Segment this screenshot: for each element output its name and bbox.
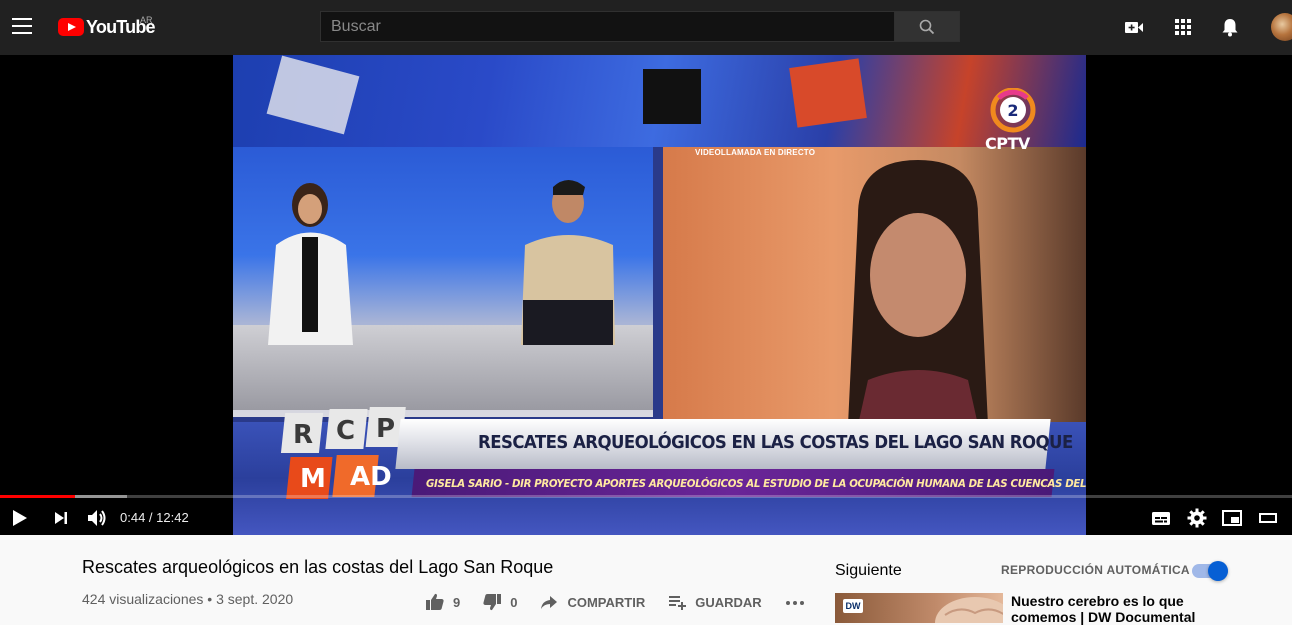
presenter-woman-figure — [268, 183, 353, 345]
playlist-add-icon — [669, 596, 687, 610]
share-button[interactable]: COMPARTIR — [539, 592, 645, 612]
thumbs-up-icon — [426, 593, 444, 610]
backdrop-shape — [643, 69, 701, 124]
create-video-icon[interactable] — [1123, 16, 1145, 38]
up-next-heading: Siguiente — [835, 562, 902, 579]
brain-image — [935, 597, 1003, 623]
youtube-play-icon — [58, 18, 84, 36]
recommendation-title[interactable]: Nuestro cerebro es lo que comemos | DW D… — [1011, 593, 1251, 625]
badge-letter: R — [293, 420, 313, 450]
next-video-icon[interactable] — [52, 507, 70, 529]
dislike-count: 0 — [510, 594, 518, 610]
badge-letter: C — [336, 416, 355, 446]
more-horizontal-icon — [785, 601, 804, 605]
badge-letter: AD — [350, 462, 392, 492]
subtitles-icon[interactable] — [1150, 507, 1172, 529]
save-label: GUARDAR — [695, 594, 762, 610]
subheadline-text: GISELA SARIO - DIR PROYECTO APORTES ARQU… — [426, 477, 1086, 490]
autoplay-toggle[interactable] — [1192, 561, 1228, 581]
play-icon[interactable] — [10, 507, 30, 529]
share-arrow-icon — [541, 596, 558, 609]
time-display: 0:44 / 12:42 — [120, 510, 189, 525]
progress-played — [0, 495, 75, 498]
share-label: COMPARTIR — [567, 594, 646, 610]
headline-text: RESCATES ARQUEOLÓGICOS EN LAS COSTAS DEL… — [478, 432, 1073, 453]
like-count: 9 — [453, 594, 461, 610]
badge-letter: P — [376, 414, 395, 444]
backdrop-shape — [789, 58, 867, 128]
volume-icon[interactable] — [86, 507, 108, 529]
country-code: AR — [140, 15, 153, 25]
autoplay-toggle-knob — [1208, 561, 1228, 581]
presenter-man-figure — [521, 180, 615, 345]
search-button[interactable] — [895, 11, 960, 42]
more-actions-button[interactable] — [784, 592, 814, 612]
badge-letter: M — [300, 464, 326, 494]
video-actions: 9 0 COMPARTIR GUARDAR — [425, 592, 836, 612]
theater-mode-icon[interactable] — [1257, 507, 1279, 529]
like-button[interactable]: 9 — [425, 592, 460, 612]
menu-icon[interactable] — [12, 18, 32, 34]
search-bar — [320, 11, 960, 42]
thumbs-down-icon — [483, 594, 502, 611]
channel-badge: DW — [843, 599, 863, 613]
guest-woman-figure — [848, 160, 988, 425]
search-input[interactable] — [320, 11, 895, 42]
miniplayer-icon[interactable] — [1221, 507, 1243, 529]
recommendation-thumbnail[interactable]: DW — [835, 593, 1003, 623]
search-icon — [919, 19, 935, 34]
save-button[interactable]: GUARDAR — [667, 592, 762, 612]
video-frame[interactable]: VIDEOLLAMADA EN DIRECTO 2 CPTV R C P M A… — [233, 55, 1086, 535]
settings-gear-icon[interactable] — [1186, 507, 1208, 529]
show-badge-logo: R C P M AD — [280, 407, 406, 499]
cptv-logo-number: 2 — [1007, 101, 1018, 120]
video-call-label: VIDEOLLAMADA EN DIRECTO — [695, 148, 816, 157]
autoplay-label: REPRODUCCIÓN AUTOMÁTICA — [1001, 563, 1190, 577]
cptv-logo-text: CPTV — [985, 134, 1030, 153]
youtube-logo[interactable]: YouTube AR — [58, 15, 156, 37]
video-title: Rescates arqueológicos en las costas del… — [82, 557, 554, 577]
avatar[interactable] — [1271, 13, 1292, 41]
video-meta: 424 visualizaciones • 3 sept. 2020 — [82, 591, 294, 607]
progress-bar[interactable] — [0, 495, 1292, 498]
dislike-button[interactable]: 0 — [482, 592, 517, 612]
top-bar: YouTube AR — [0, 0, 1292, 55]
apps-grid-icon[interactable] — [1172, 16, 1194, 38]
notifications-bell-icon[interactable] — [1219, 16, 1241, 38]
video-player[interactable]: VIDEOLLAMADA EN DIRECTO 2 CPTV R C P M A… — [0, 55, 1292, 535]
